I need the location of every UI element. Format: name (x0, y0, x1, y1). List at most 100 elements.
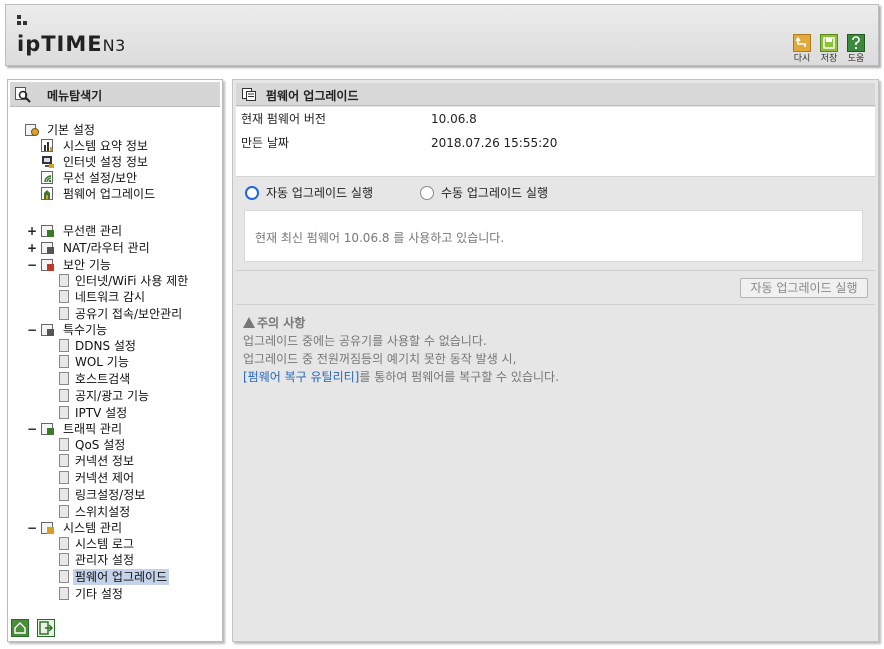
main-header: 펌웨어 업그레이드 (236, 83, 875, 106)
save-icon (820, 34, 838, 52)
page-icon (59, 488, 69, 501)
menu-explorer: 메뉴탐색기 기본 설정 시스템 요약 정보 인터넷 설정 정보 무선 설정/보안… (7, 79, 223, 642)
info-value: 10.06.8 (431, 112, 477, 126)
folder-icon (41, 242, 54, 254)
radio-auto-control[interactable] (245, 186, 259, 200)
menu-item-label: 링크설정/정보 (75, 488, 146, 502)
recovery-utility-link[interactable]: [펌웨어 복구 유틸리티] (243, 370, 359, 384)
bar-chart-icon (41, 139, 53, 152)
help-label: 도움 (847, 54, 865, 64)
folder-settings-icon (25, 124, 39, 136)
save-button[interactable]: 저장 (816, 34, 842, 64)
firmware-icon (41, 187, 53, 200)
info-value: 2018.07.26 15:55:20 (431, 136, 558, 150)
menu-item-label: 공지/광고 기능 (75, 389, 150, 403)
tree-group-label: 무선랜 관리 (63, 224, 123, 238)
divider (236, 270, 875, 271)
page-icon (59, 471, 69, 484)
tree-toggle[interactable]: + (27, 240, 37, 256)
folder-icon (41, 522, 54, 534)
radio-manual-control[interactable] (420, 186, 434, 200)
page-icon (59, 355, 69, 368)
logout-icon[interactable] (37, 619, 55, 637)
tree-toggle[interactable]: − (27, 520, 37, 536)
page-icon (59, 339, 69, 352)
menu-item-label: 커넥션 제어 (75, 471, 135, 485)
radio-auto-upgrade[interactable]: 자동 업그레이드 실행 (245, 184, 405, 202)
menu-item-label: 호스트검색 (75, 372, 131, 386)
tree-toggle[interactable]: − (27, 421, 37, 437)
tree-group-label: NAT/라우터 관리 (63, 241, 150, 255)
tree-group-label: 특수기능 (63, 323, 108, 337)
tree-toggle[interactable]: − (27, 322, 37, 338)
model-name: N3 (102, 36, 126, 55)
menu-label-wireless: 무선 설정/보안 (63, 171, 138, 185)
firmware-info-table: 현재 펌웨어 버전 10.06.8 만든 날짜 2018.07.26 15:55… (236, 107, 875, 177)
logo-dots (17, 15, 29, 25)
page-icon (59, 553, 69, 566)
monitor-icon (42, 156, 54, 168)
menu-item-label: 스위치설정 (75, 505, 131, 519)
menu-explorer-title: 메뉴탐색기 (47, 89, 103, 103)
menu-item-label: 공유기 접속/보안관리 (75, 307, 183, 321)
radio-auto-label: 자동 업그레이드 실행 (266, 186, 373, 200)
help-button[interactable]: 도움 (843, 34, 869, 64)
info-key: 만든 날짜 (241, 136, 289, 150)
tree-group-label: 트래픽 관리 (63, 422, 123, 436)
notice-title-text: 주의 사항 (257, 316, 306, 330)
page-icon (59, 454, 69, 467)
home-icon[interactable] (11, 619, 29, 637)
notice-line-3-text: 를 통하여 펌웨어를 복구할 수 있습니다. (359, 370, 559, 384)
page-icon (59, 372, 69, 385)
tree-toggle[interactable]: − (27, 257, 37, 273)
folder-icon (41, 423, 54, 435)
main-panel: 펌웨어 업그레이드 현재 펌웨어 버전 10.06.8 만든 날짜 2018.0… (232, 79, 879, 642)
tree-label-basic: 기본 설정 (47, 123, 95, 137)
menu-item-label: 커넥션 정보 (75, 454, 135, 468)
page-icon (59, 274, 69, 287)
page-icon (59, 389, 69, 402)
status-message: 현재 최신 펌웨어 10.06.8 를 사용하고 있습니다. (255, 231, 505, 245)
menu-item-label: 인터넷/WiFi 사용 제한 (75, 274, 189, 288)
page-icon (59, 438, 69, 451)
info-row-date: 만든 날짜 2018.07.26 15:55:20 (236, 131, 875, 155)
document-icon (242, 88, 256, 101)
menu-label-firmware-basic: 펌웨어 업그레이드 (63, 187, 156, 201)
folder-icon (41, 225, 54, 237)
page-icon (59, 587, 69, 600)
menu-item-label: IPTV 설정 (75, 406, 128, 420)
wireless-icon (41, 171, 53, 184)
folder-icon (41, 324, 54, 336)
page-icon (59, 290, 69, 303)
menu-item-label: 기타 설정 (75, 587, 123, 601)
notice-line-1: 업그레이드 중에는 공유기를 사용할 수 없습니다. (243, 334, 487, 348)
info-key: 현재 펌웨어 버전 (241, 112, 326, 126)
page-icon (59, 570, 69, 583)
notice-line-2: 업그레이드 중 전원꺼짐등의 예기치 못한 동작 발생 시, (243, 352, 517, 366)
menu-item-label: QoS 설정 (75, 438, 126, 452)
radio-manual-upgrade[interactable]: 수동 업그레이드 실행 (420, 184, 580, 202)
undo-button[interactable]: 다시 (789, 34, 815, 64)
menu-label-summary: 시스템 요약 정보 (63, 139, 148, 153)
save-label: 저장 (820, 54, 838, 64)
info-row-version: 현재 펌웨어 버전 10.06.8 (236, 107, 875, 131)
divider (236, 304, 875, 305)
search-icon (15, 87, 31, 103)
menu-item-label: 펌웨어 업그레이드 (73, 569, 170, 585)
run-auto-upgrade-button[interactable]: 자동 업그레이드 실행 (740, 278, 868, 298)
notice-title: 주의 사항 (243, 314, 559, 332)
menu-item-label: DDNS 설정 (75, 339, 136, 353)
tree-toggle[interactable]: + (27, 223, 37, 239)
tree-group-label: 시스템 관리 (63, 521, 123, 535)
menu-explorer-header: 메뉴탐색기 (10, 82, 220, 107)
tree-group-label: 보안 기능 (63, 258, 111, 272)
menu-item-label: WOL 기능 (75, 355, 129, 369)
page-icon (59, 537, 69, 550)
help-icon (847, 34, 865, 52)
notice-section: 주의 사항 업그레이드 중에는 공유기를 사용할 수 없습니다. 업그레이드 중… (243, 314, 559, 386)
page-icon (59, 307, 69, 320)
radio-manual-label: 수동 업그레이드 실행 (441, 186, 548, 200)
undo-icon (793, 34, 811, 52)
page-icon (59, 505, 69, 518)
top-header: ipTIMEN3 다시 저장 도움 (5, 4, 879, 66)
